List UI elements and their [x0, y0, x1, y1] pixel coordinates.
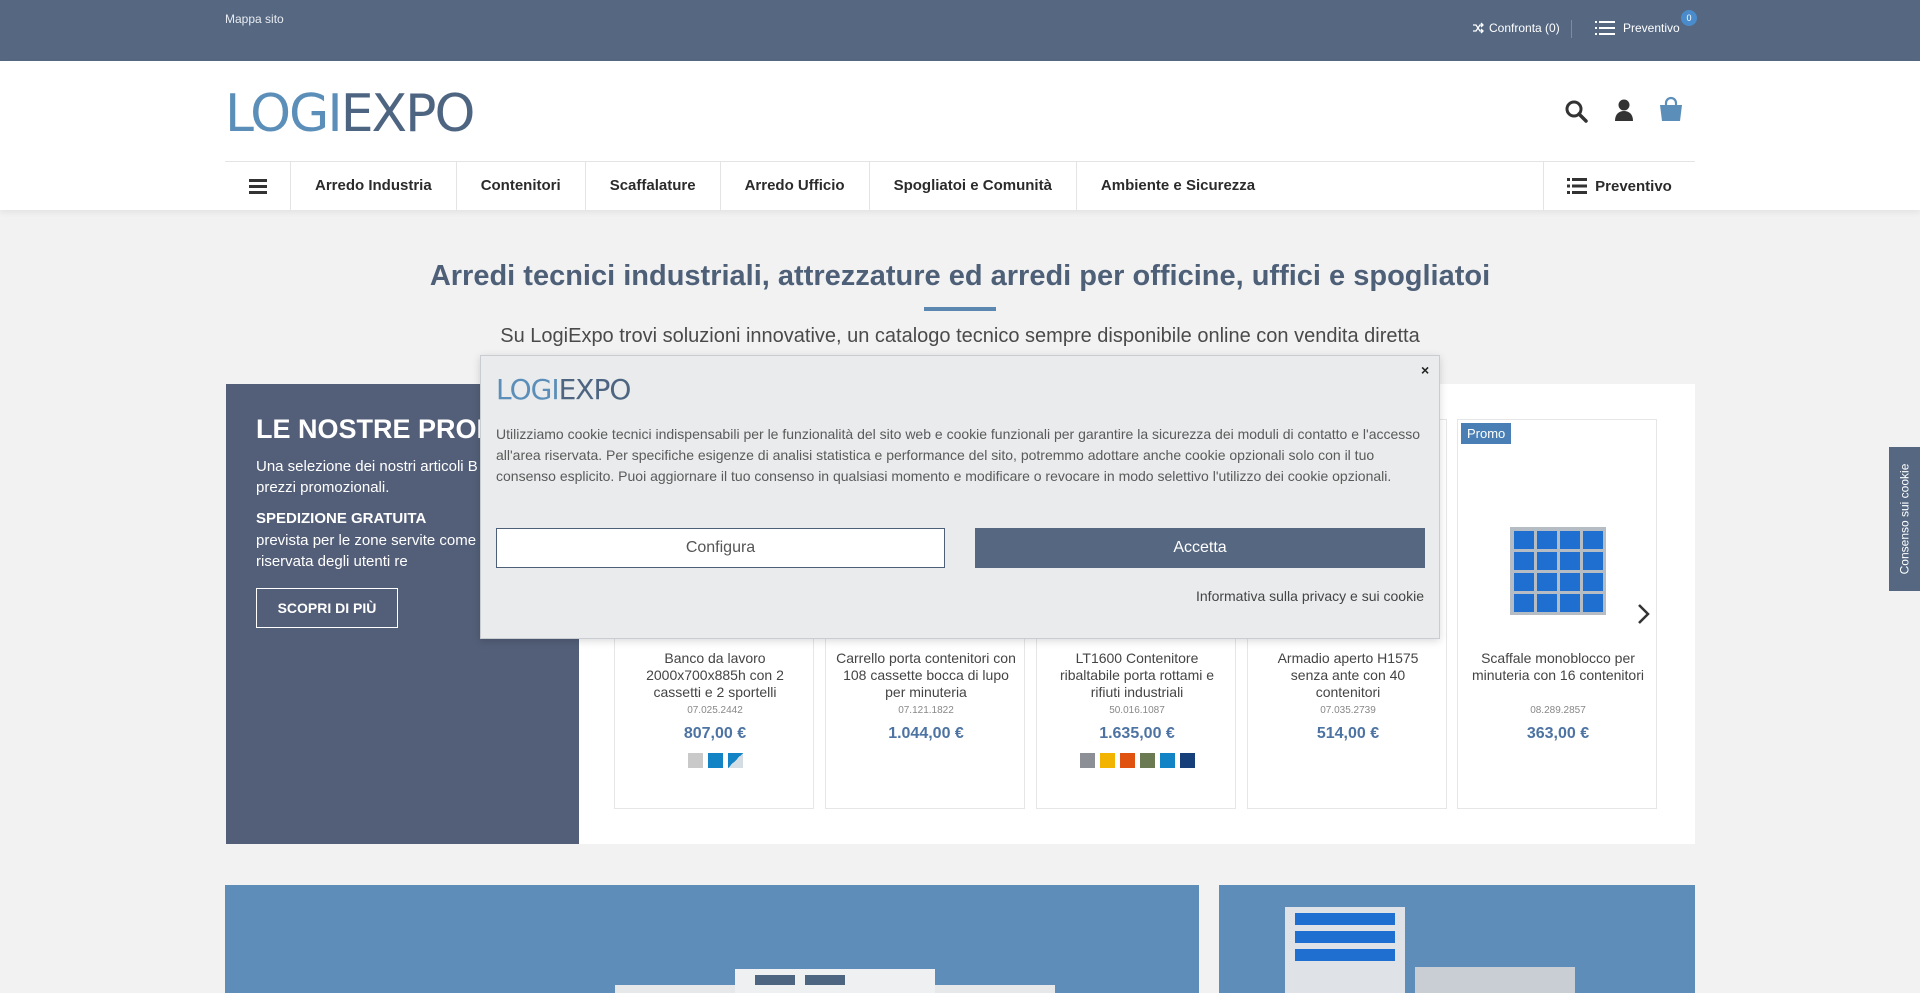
shopping-bag-icon[interactable] — [1658, 96, 1684, 122]
logo-part2: EXPO — [340, 84, 476, 144]
accept-button[interactable]: Accetta — [975, 528, 1425, 568]
promo-badge: Promo — [1461, 423, 1512, 444]
product-code: 07.035.2739 — [1320, 705, 1376, 716]
sitemap-link[interactable]: Mappa sito — [225, 12, 284, 26]
search-icon[interactable] — [1564, 99, 1588, 123]
product-image[interactable] — [1508, 525, 1608, 617]
product-code: 50.016.1087 — [1109, 705, 1165, 716]
cookie-text: Utilizziamo cookie tecnici indispensabil… — [496, 426, 1421, 484]
close-icon[interactable]: × — [1421, 362, 1429, 378]
chevron-right-icon[interactable] — [1637, 603, 1651, 625]
page-subtitle: Su LogiExpo trovi soluzioni innovative, … — [500, 325, 1420, 347]
cookie-logo-part1: LOGI — [496, 373, 560, 406]
hamburger-icon — [248, 178, 267, 194]
quote-count-badge: 0 — [1681, 10, 1697, 26]
swatch-blue-grey[interactable] — [727, 753, 743, 768]
product-price: 1.635,00 € — [1099, 725, 1175, 742]
category-banner[interactable] — [225, 885, 1199, 993]
list-icon — [1567, 178, 1588, 194]
privacy-link[interactable]: Informativa sulla privacy e sui cookie — [1196, 588, 1424, 604]
product-name[interactable]: Armadio aperto H1575 senza ante con 40 c… — [1258, 650, 1438, 701]
compare-label: Confronta (0) — [1489, 21, 1560, 35]
quote-label: Preventivo — [1623, 21, 1680, 35]
product-code: 08.289.2857 — [1530, 705, 1586, 716]
discover-more-button[interactable]: SCOPRI DI PIÙ — [256, 588, 398, 628]
product-price: 514,00 € — [1316, 725, 1380, 742]
compare-link[interactable]: Confronta (0) — [1472, 21, 1560, 35]
swatch-orange[interactable] — [1119, 753, 1135, 768]
product-name[interactable]: LT1600 Contenitore ribaltabile porta rot… — [1047, 650, 1227, 701]
nav-quote-label: Preventivo — [1595, 177, 1672, 195]
shuffle-icon — [1473, 22, 1484, 34]
swatch-grey[interactable] — [1079, 753, 1095, 768]
color-swatches — [615, 753, 815, 768]
product-code: 07.121.1822 — [898, 705, 954, 716]
banner-image — [615, 969, 1055, 993]
swatch-blue[interactable] — [1159, 753, 1175, 768]
logo-part1: LOGI — [225, 84, 343, 144]
menu-button[interactable] — [225, 162, 291, 210]
main-nav: Arredo Industria Contenitori Scaffalatur… — [225, 161, 1695, 210]
swatch-blue[interactable] — [707, 753, 723, 768]
nav-item-contenitori[interactable]: Contenitori — [457, 162, 586, 210]
swatch-grey[interactable] — [687, 753, 703, 768]
shipping-title: SPEDIZIONE GRATUITA — [256, 510, 427, 527]
nav-item-scaffalature[interactable]: Scaffalature — [586, 162, 721, 210]
page-title: Arredi tecnici industriali, attrezzature… — [429, 260, 1491, 292]
cookie-consent-tab[interactable]: Consenso sui cookie — [1889, 447, 1920, 591]
product-name[interactable]: Banco da lavoro 2000x700x885h con 2 cass… — [625, 650, 805, 701]
title-underline — [924, 307, 996, 311]
swatch-green[interactable] — [1139, 753, 1155, 768]
banner-image — [1285, 907, 1575, 993]
nav-quote-button[interactable]: Preventivo — [1543, 162, 1695, 210]
cookie-logo-part2: EXPO — [558, 373, 632, 406]
cookie-consent-tab-label: Consenso sui cookie — [1897, 463, 1912, 575]
product-name[interactable]: Scaffale monoblocco per minuteria con 16… — [1468, 650, 1648, 684]
nav-item-arredo-ufficio[interactable]: Arredo Ufficio — [721, 162, 870, 210]
list-icon — [1595, 21, 1615, 35]
product-code: 07.025.2442 — [687, 705, 743, 716]
swatch-yellow[interactable] — [1099, 753, 1115, 768]
swatch-navy[interactable] — [1179, 753, 1195, 768]
promo-title: LE NOSTRE PROM — [256, 414, 500, 444]
user-icon[interactable] — [1614, 98, 1634, 122]
cookie-logo: LOGIEXPO — [496, 373, 632, 406]
top-bar: Mappa sito Confronta (0) Preventivo 0 — [0, 0, 1920, 61]
quote-link[interactable]: Preventivo — [1595, 20, 1680, 36]
product-price: 363,00 € — [1526, 725, 1590, 742]
logo[interactable]: LOGIEXPO — [225, 88, 475, 140]
nav-item-arredo-industria[interactable]: Arredo Industria — [291, 162, 457, 210]
cookie-dialog: LOGIEXPO × Utilizziamo cookie tecnici in… — [480, 355, 1440, 639]
product-price: 807,00 € — [683, 725, 747, 742]
divider — [1571, 20, 1572, 38]
nav-item-spogliatoi[interactable]: Spogliatoi e Comunità — [870, 162, 1077, 210]
product-price: 1.044,00 € — [888, 725, 964, 742]
product-card[interactable]: Promo Scaffale monoblocco per minuteria … — [1457, 419, 1657, 809]
configure-button[interactable]: Configura — [496, 528, 945, 568]
color-swatches — [1037, 753, 1237, 768]
category-banner[interactable] — [1219, 885, 1695, 993]
nav-item-ambiente-sicurezza[interactable]: Ambiente e Sicurezza — [1077, 162, 1279, 210]
product-name[interactable]: Carrello porta contenitori con 108 casse… — [836, 650, 1016, 701]
